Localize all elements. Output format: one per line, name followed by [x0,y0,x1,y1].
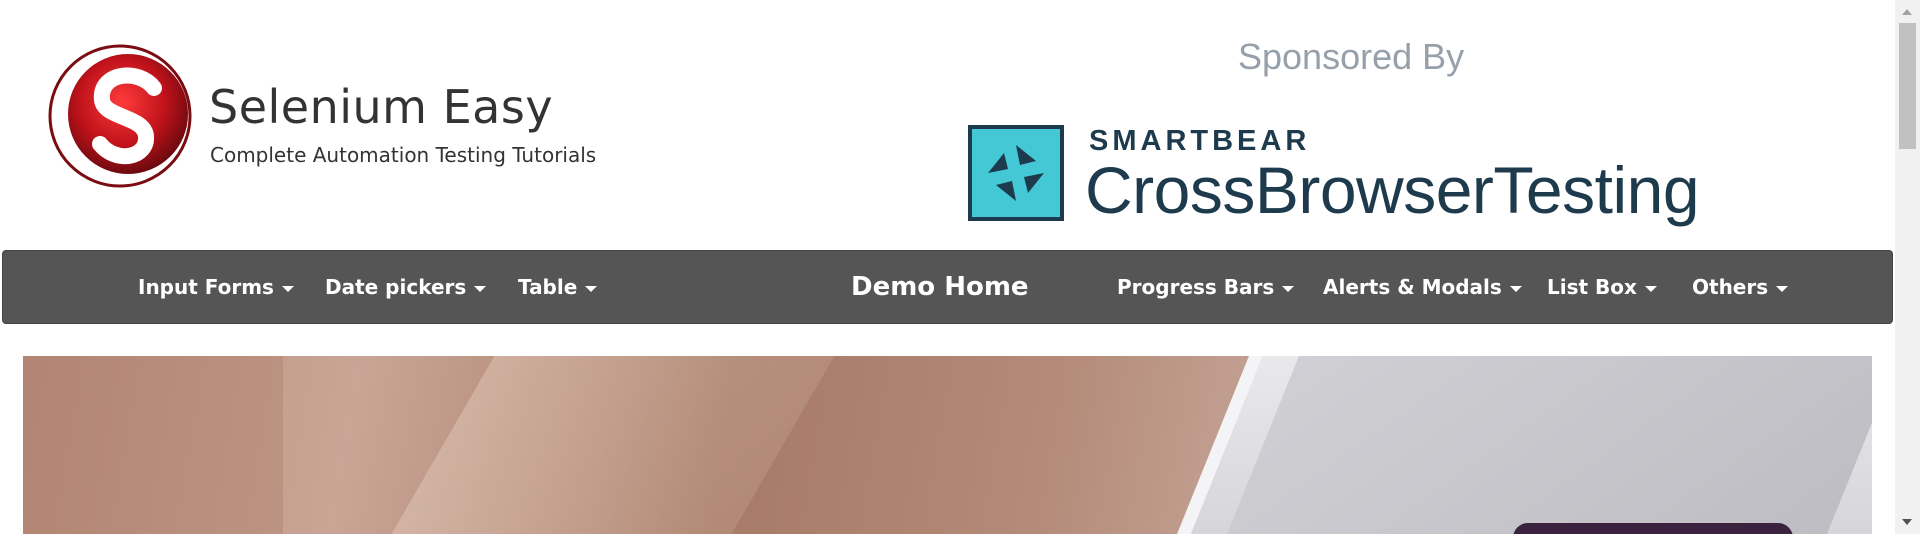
caret-down-icon [474,285,487,292]
nav-label: Progress Bars [1117,275,1275,299]
caret-down-icon [1282,285,1295,292]
scroll-up-icon[interactable] [1902,9,1912,15]
selenium-easy-logo-icon[interactable] [44,40,196,192]
nav-label: List Box [1547,275,1637,299]
main-navbar: Input Forms Date pickers Table Demo Home… [2,250,1893,324]
nav-label: Table [518,275,578,299]
brand-subtitle: Complete Automation Testing Tutorials [210,143,597,167]
nav-list-box[interactable]: List Box [1547,251,1657,323]
sponsor-product[interactable]: CrossBrowserTesting [1085,152,1700,228]
caret-down-icon [1776,285,1789,292]
nav-label: Date pickers [325,275,467,299]
nav-label: Input Forms [138,275,274,299]
hero-button-partial[interactable] [1513,523,1793,534]
caret-down-icon [585,285,598,292]
caret-down-icon [1509,285,1522,292]
nav-label: Alerts & Modals [1323,275,1502,299]
crossbrowsertesting-logo-icon[interactable] [968,125,1064,221]
nav-label: Others [1692,275,1769,299]
nav-date-pickers[interactable]: Date pickers [325,251,487,323]
caret-down-icon [281,285,294,292]
caret-down-icon [1644,285,1657,292]
scrollbar-thumb[interactable] [1899,23,1916,149]
nav-alerts-modals[interactable]: Alerts & Modals [1323,251,1522,323]
nav-input-forms[interactable]: Input Forms [138,251,294,323]
nav-others[interactable]: Others [1692,251,1789,323]
nav-demo-home[interactable]: Demo Home [851,251,1029,323]
nav-table[interactable]: Table [518,251,598,323]
site-header: Selenium Easy Complete Automation Testin… [0,0,1895,248]
nav-progress-bars[interactable]: Progress Bars [1117,251,1295,323]
sponsor-label: Sponsored By [1238,36,1465,77]
vertical-scrollbar[interactable] [1895,0,1920,534]
scroll-down-icon[interactable] [1902,519,1912,525]
hero-banner-image [23,356,1872,534]
brand-title[interactable]: Selenium Easy [209,80,553,134]
